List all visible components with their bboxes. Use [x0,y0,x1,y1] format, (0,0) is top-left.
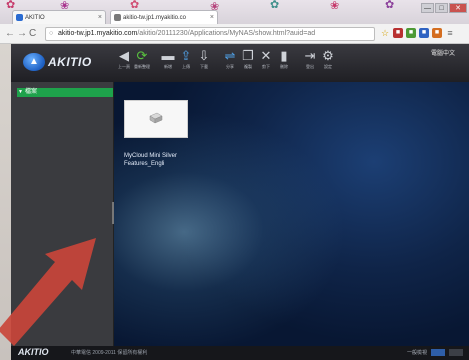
toolbar-label: 分享 [226,64,234,69]
tab-label: AKITIO [25,15,45,21]
browser-left-edge [0,44,11,360]
tab-akitio[interactable]: AKITIO × [12,10,106,24]
extension-green-icon[interactable]: ■ [406,28,416,38]
file-thumbnail[interactable] [124,100,188,138]
app-footer: AKITIO 中華電信 2009-2011 保留所有權利 一般檢視 [11,346,469,360]
toolbar-refresh-button[interactable]: ⟳ 重新整理 [134,48,150,70]
toolbar-cut-button[interactable]: ✕ 剪下 [258,48,274,70]
back-nav-icon[interactable]: ← [5,28,15,39]
footer-logo: AKITIO [18,347,49,357]
toolbar-share-button[interactable]: ⇌ 分享 [222,48,238,70]
toolbar-label: 登出 [306,64,314,69]
file-name[interactable]: MyCloud Mini Silver Features_Engli [124,152,194,168]
url-path: /akitio/20111230/Applications/MyNAS/show… [137,30,316,37]
upload-icon: ⇪ [180,48,192,63]
download-icon: ⇩ [198,48,210,63]
tab-myakitio[interactable]: akitio-tw.jp1.myakitio.co × [110,10,218,24]
reload-icon[interactable]: C [29,28,36,39]
maximize-button[interactable]: □ [435,3,448,13]
exit-icon: ⇥ [304,48,316,63]
toolbar-label: 下載 [200,64,208,69]
view-list-toggle[interactable] [449,349,463,356]
view-mode-label: 一般檢視 [406,350,427,356]
cut-icon: ✕ [260,48,272,63]
toolbar-upload-button[interactable]: ⇪ 上傳 [178,48,194,70]
toolbar-label: 上傳 [182,64,190,69]
toolbar-copy-button[interactable]: ❐ 複製 [240,48,256,70]
bookmark-star-icon[interactable]: ☆ [380,28,390,38]
folder-tree-sidebar: ▼ 檔案 [11,82,114,346]
extension-blue-icon[interactable]: ■ [419,28,429,38]
tab-close-icon[interactable]: × [210,11,214,24]
minimize-button[interactable]: — [421,3,434,13]
extension-red-icon[interactable]: ■ [393,28,403,38]
screenshot: ✿ ❀ ✿ ❀ ✿ ❀ ✿ AKITIO × akitio-tw.jp1.mya… [0,0,469,360]
delete-icon: ▮ [280,48,288,63]
toolbar-label: 複製 [244,64,252,69]
refresh-icon: ⟳ [136,48,148,63]
file-toolbar: ◀ 上一頁 ⟳ 重新整理 ▬ 新增 ⇪ 上傳 ⇩ 下載 ⇌ 分享 ❐ 複製 ✕ … [116,48,338,70]
copy-icon: ❐ [242,48,254,63]
akitio-favicon-icon [16,14,23,21]
footer-view-controls: 一般檢視 [407,349,463,356]
logo-text: AKITIO [48,55,92,69]
toolbar-download-button[interactable]: ⇩ 下載 [196,48,212,70]
toolbar-label: 設定 [324,64,332,69]
floral-decoration: ✿ [270,0,280,11]
tab-close-icon[interactable]: × [98,11,102,24]
file-browser-area: MyCloud Mini Silver Features_Engli [114,82,469,346]
folder-icon: ▬ [161,48,175,63]
tree-item-root[interactable]: ▼ 檔案 [17,88,113,97]
tab-label: akitio-tw.jp1.myakitio.co [123,15,187,21]
browser-address-bar: ← → C ○ akitio-tw.jp1.myakitio.com/akiti… [0,24,469,44]
wrench-menu-icon[interactable]: ≡ [445,28,455,38]
toolbar-settings-button[interactable]: ⚙ 設定 [320,48,336,70]
floral-decoration: ✿ [385,0,395,11]
expand-arrow-icon[interactable]: ▼ [18,88,23,97]
share-icon: ⇌ [224,48,236,63]
url-host: akitio-tw.jp1.myakitio.com [58,30,138,37]
browser-tab-strip: ✿ ❀ ✿ ❀ ✿ ❀ ✿ AKITIO × akitio-tw.jp1.mya… [0,0,469,24]
toolbar-label: 剪下 [262,64,270,69]
akitio-logo: ▲ AKITIO [23,53,92,71]
logo-badge-icon: ▲ [23,53,45,71]
toolbar-label: 上一頁 [118,64,130,69]
extension-orange-icon[interactable]: ■ [432,28,442,38]
copyright-text: 中華電信 2009-2011 保留所有權利 [71,350,148,356]
settings-icon: ⚙ [322,48,334,63]
app-header: ▲ AKITIO ◀ 上一頁 ⟳ 重新整理 ▬ 新增 ⇪ 上傳 ⇩ 下載 ⇌ 分… [11,44,469,82]
drive-icon [149,112,163,124]
toolbar-delete-button[interactable]: ▮ 刪除 [276,48,292,70]
forward-nav-icon[interactable]: → [17,28,27,39]
toolbar-label: 重新整理 [134,64,150,69]
tree-item-label: 檔案 [25,89,38,95]
view-grid-toggle[interactable] [431,349,445,356]
url-input[interactable]: ○ akitio-tw.jp1.myakitio.com/akitio/2011… [45,27,375,41]
toolbar-label: 新增 [164,64,172,69]
language-selector[interactable]: 電腦中文 [431,48,455,57]
page-info-icon: ○ [49,30,54,37]
window-controls: — □ ✕ [421,3,467,13]
toolbar-logout-button[interactable]: ⇥ 登出 [302,48,318,70]
close-window-button[interactable]: ✕ [449,3,467,13]
toolbar-new-folder-button[interactable]: ▬ 新增 [160,48,176,70]
page-favicon-icon [114,14,121,21]
toolbar-back-button[interactable]: ◀ 上一頁 [116,48,132,70]
toolbar-label: 刪除 [280,64,288,69]
floral-decoration: ❀ [330,0,340,12]
extension-icons: ☆ ■ ■ ■ ■ ≡ [380,28,455,38]
back-icon: ◀ [119,48,129,63]
